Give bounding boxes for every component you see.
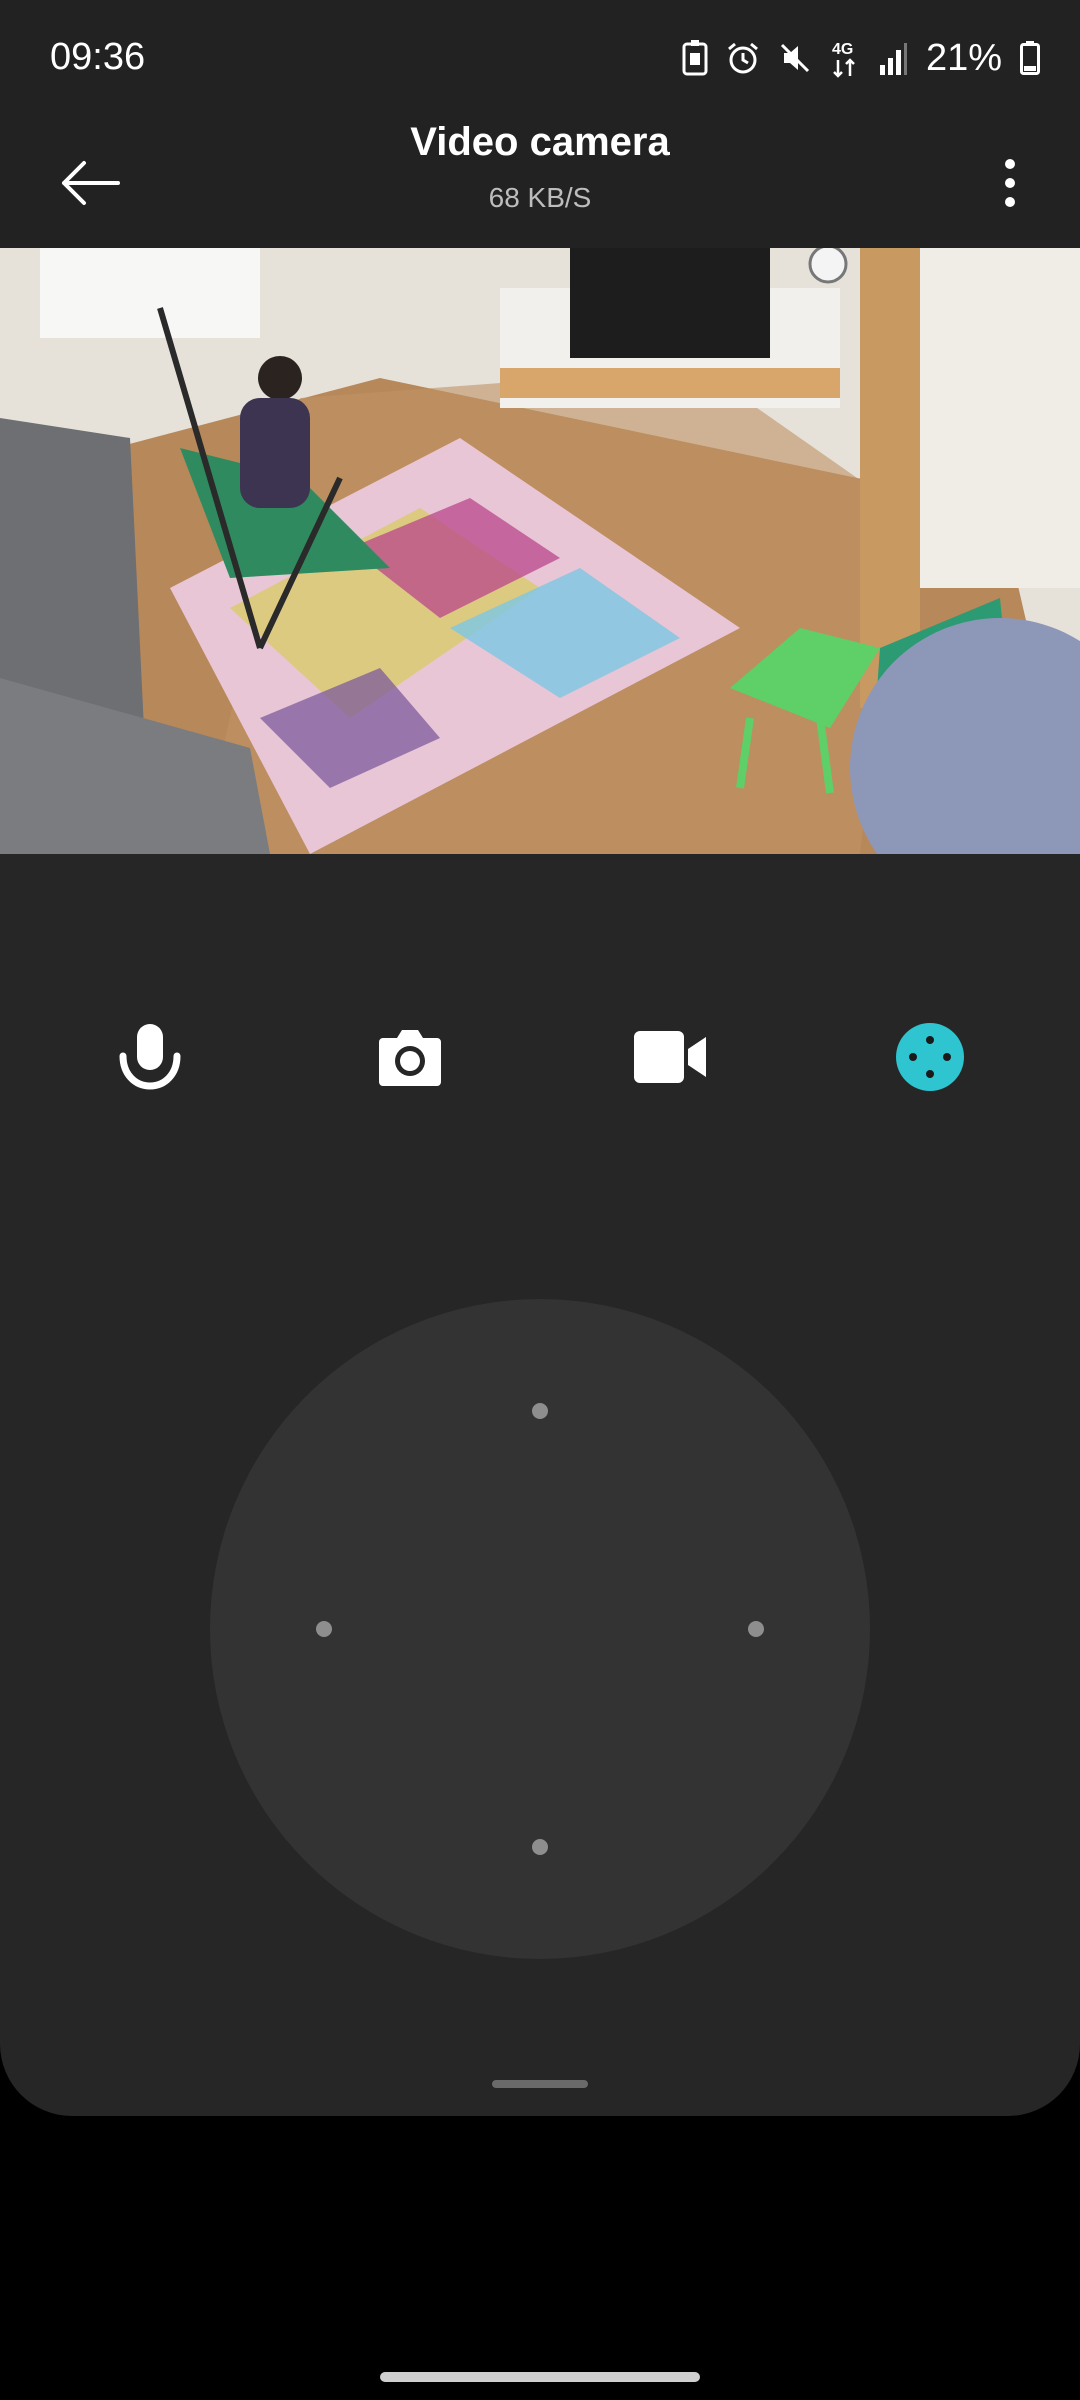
page-title: Video camera bbox=[410, 120, 670, 164]
bitrate-label: 68 KB/S bbox=[488, 182, 592, 213]
microphone-icon bbox=[117, 1022, 183, 1097]
status-bar: 09:36 4G 21% bbox=[0, 0, 1080, 120]
joystick-right-indicator[interactable] bbox=[748, 1621, 764, 1637]
video-camera-icon bbox=[632, 1029, 708, 1090]
status-icons: 4G 21% bbox=[682, 34, 1040, 82]
app-bar: Video camera 68 KB/S bbox=[0, 120, 1080, 248]
record-video-button[interactable] bbox=[615, 1004, 725, 1114]
4g-icon: 4G bbox=[830, 38, 860, 78]
microphone-button[interactable] bbox=[95, 1004, 205, 1114]
system-navigation-pill[interactable] bbox=[380, 2372, 700, 2382]
mute-icon bbox=[778, 41, 812, 75]
ptz-joystick[interactable] bbox=[210, 1299, 870, 1959]
more-options-button[interactable] bbox=[970, 140, 1050, 230]
svg-text:4G: 4G bbox=[832, 41, 853, 58]
snapshot-button[interactable] bbox=[355, 1004, 465, 1114]
joystick-down-indicator[interactable] bbox=[532, 1839, 548, 1855]
camera-video-feed[interactable] bbox=[0, 248, 1080, 854]
alarm-icon bbox=[726, 41, 760, 75]
ptz-control-icon bbox=[895, 1022, 965, 1097]
signal-icon bbox=[878, 41, 908, 75]
control-panel bbox=[0, 854, 1080, 2116]
camera-icon bbox=[377, 1028, 443, 1091]
video-frame bbox=[0, 248, 1080, 854]
battery-icon bbox=[1020, 41, 1040, 75]
nfc-icon bbox=[682, 40, 708, 76]
panel-drag-handle[interactable] bbox=[492, 2080, 588, 2088]
ptz-control-button[interactable] bbox=[875, 1004, 985, 1114]
joystick-up-indicator[interactable] bbox=[532, 1403, 548, 1419]
battery-percent: 21% bbox=[925, 36, 1002, 79]
status-time: 09:36 bbox=[50, 36, 146, 78]
more-vertical-icon bbox=[1004, 158, 1016, 213]
joystick-left-indicator[interactable] bbox=[316, 1621, 332, 1637]
